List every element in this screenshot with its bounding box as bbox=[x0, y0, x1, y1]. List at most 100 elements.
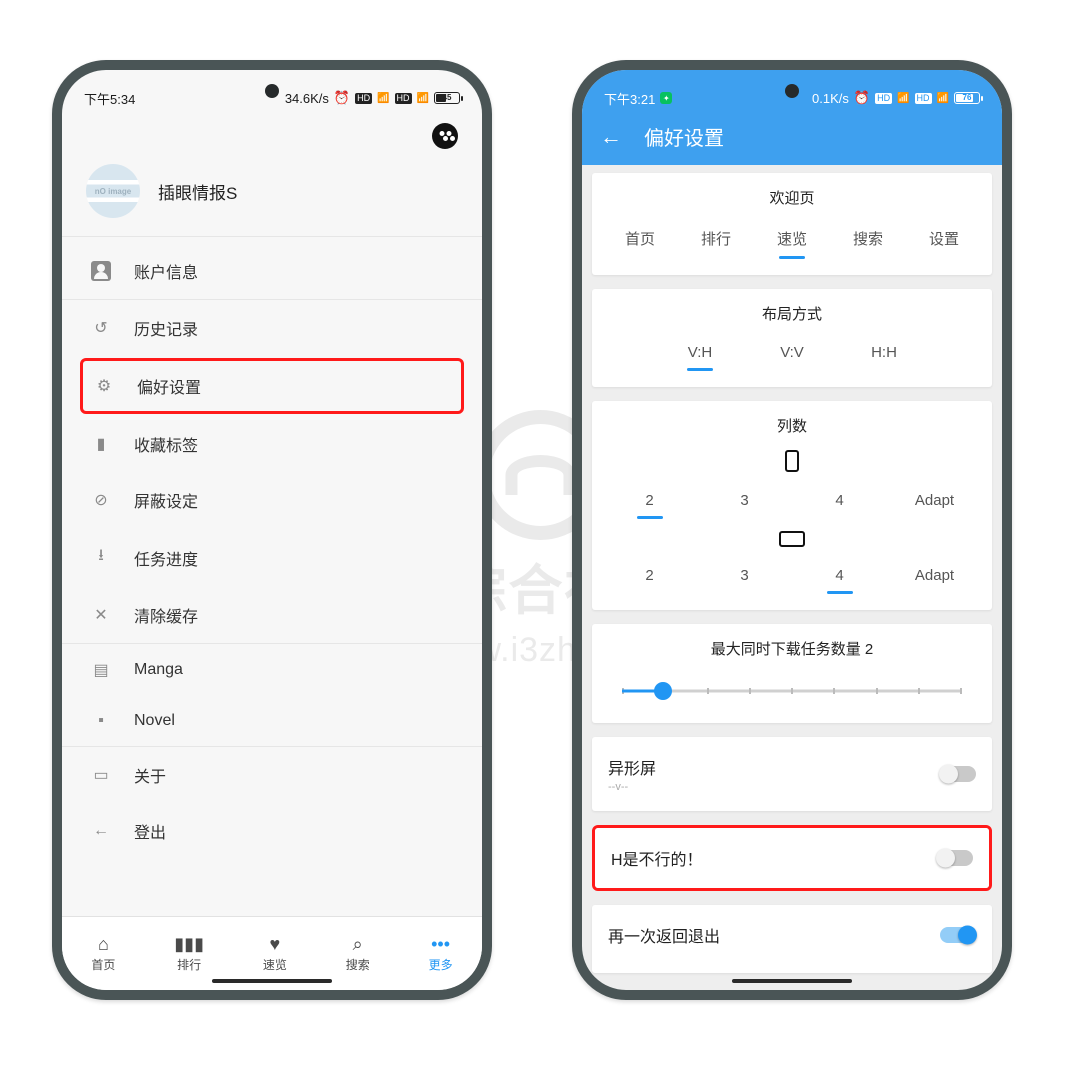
menu-label: 清除缓存 bbox=[134, 603, 198, 627]
cols-portrait-4[interactable]: 4 bbox=[816, 486, 864, 517]
nav-rank[interactable]: ▮▮▮ 排行 bbox=[174, 935, 204, 973]
menu-manga[interactable]: ▤ Manga bbox=[62, 644, 482, 696]
signal-icon: 📶 bbox=[897, 93, 909, 104]
cols-land-3[interactable]: 3 bbox=[721, 561, 769, 592]
switch-icon[interactable] bbox=[940, 927, 976, 943]
menu-clear-cache[interactable]: ✕ 清除缓存 bbox=[62, 587, 482, 644]
profile-row[interactable]: nO image 插眼情报S bbox=[62, 160, 482, 237]
card-title: 欢迎页 bbox=[602, 187, 982, 208]
block-icon: ⊘ bbox=[90, 490, 112, 510]
status-speed: 34.6K/s bbox=[285, 91, 329, 106]
back-arrow-icon[interactable]: ← bbox=[600, 124, 622, 150]
camera-cutout bbox=[785, 84, 799, 98]
menu-label: 收藏标签 bbox=[134, 432, 198, 456]
bottom-nav: ⌂ 首页 ▮▮▮ 排行 ♥ 速览 ⌕ 搜索 ••• 更多 bbox=[62, 916, 482, 990]
switch-icon[interactable] bbox=[940, 766, 976, 782]
highlight-preferences: ⚙ 偏好设置 bbox=[80, 358, 464, 414]
layout-card: 布局方式 V:H V:V H:H bbox=[592, 289, 992, 387]
more-icon: ••• bbox=[431, 935, 450, 953]
menu-label: 历史记录 bbox=[134, 316, 198, 340]
menu-logout[interactable]: ← 登出 bbox=[62, 803, 482, 859]
menu-history[interactable]: ↺ 历史记录 bbox=[62, 300, 482, 356]
hd-badge-icon: HD bbox=[915, 93, 932, 104]
avatar: nO image bbox=[86, 164, 140, 218]
download-slider[interactable] bbox=[622, 679, 962, 703]
gear-icon: ⚙ bbox=[93, 376, 115, 396]
nav-search[interactable]: ⌕ 搜索 bbox=[346, 935, 370, 973]
camera-cutout bbox=[265, 84, 279, 98]
highlight-h-toggle: H是不行的！ bbox=[592, 825, 992, 891]
menu-label: 关于 bbox=[134, 763, 166, 787]
cols-portrait-adapt[interactable]: Adapt bbox=[911, 486, 959, 517]
manga-icon: ▤ bbox=[90, 660, 112, 680]
menu-label: 任务进度 bbox=[134, 546, 198, 570]
welcome-page-card: 欢迎页 首页 排行 速览 搜索 设置 bbox=[592, 173, 992, 275]
nav-home[interactable]: ⌂ 首页 bbox=[91, 935, 115, 973]
status-speed: 0.1K/s bbox=[812, 91, 849, 106]
menu-block[interactable]: ⊘ 屏蔽设定 bbox=[62, 472, 482, 528]
nav-label: 更多 bbox=[429, 956, 453, 973]
nav-label: 首页 bbox=[91, 956, 115, 973]
cols-land-2[interactable]: 2 bbox=[626, 561, 674, 592]
hd-badge-icon: HD bbox=[875, 93, 892, 104]
toggle-back-exit[interactable]: 再一次返回退出 bbox=[592, 905, 992, 973]
menu-label: 偏好设置 bbox=[137, 374, 201, 398]
cols-portrait-2[interactable]: 2 bbox=[626, 486, 674, 517]
welcome-opt-search[interactable]: 搜索 bbox=[844, 222, 892, 257]
menu-account[interactable]: 账户信息 bbox=[62, 243, 482, 300]
layout-opt-vv[interactable]: V:V bbox=[768, 338, 816, 369]
menu-label: 账户信息 bbox=[134, 259, 198, 283]
settings-header: ← 偏好设置 bbox=[582, 112, 1002, 165]
menu-label: 屏蔽设定 bbox=[134, 488, 198, 512]
menu-about[interactable]: ▭ 关于 bbox=[62, 747, 482, 803]
welcome-opt-settings[interactable]: 设置 bbox=[920, 222, 968, 257]
settings-scroll[interactable]: 欢迎页 首页 排行 速览 搜索 设置 布局方式 V:H V:V H:H 列数 bbox=[582, 165, 1002, 973]
card-title: 最大同时下载任务数量 2 bbox=[602, 638, 982, 659]
welcome-opt-home[interactable]: 首页 bbox=[616, 222, 664, 257]
menu-label: Manga bbox=[134, 661, 183, 679]
card-title: 布局方式 bbox=[602, 303, 982, 324]
slider-thumb[interactable] bbox=[654, 682, 672, 700]
history-icon: ↺ bbox=[90, 318, 112, 338]
novel-icon: ▪ bbox=[90, 712, 112, 730]
status-time: 下午5:34 bbox=[84, 89, 135, 108]
battery-icon: 76 bbox=[954, 92, 980, 104]
phone-right: 下午3:21 ✦ 0.1K/s ⏰ HD 📶 HD 📶 76 ← 偏好设置 bbox=[572, 60, 1012, 1000]
home-indicator[interactable] bbox=[212, 979, 332, 983]
alarm-icon: ⏰ bbox=[334, 90, 350, 106]
welcome-opt-browse[interactable]: 速览 bbox=[768, 222, 816, 257]
layout-opt-hh[interactable]: H:H bbox=[860, 338, 908, 369]
menu-tasks[interactable]: ⭳ 任务进度 bbox=[62, 528, 482, 587]
status-time: 下午3:21 bbox=[604, 89, 655, 108]
close-icon: ✕ bbox=[90, 605, 112, 625]
nav-more[interactable]: ••• 更多 bbox=[429, 935, 453, 973]
card-title: 列数 bbox=[602, 415, 982, 436]
nav-browse[interactable]: ♥ 速览 bbox=[263, 935, 287, 973]
toggle-label: 异形屏 bbox=[608, 755, 656, 779]
layout-opt-vh[interactable]: V:H bbox=[676, 338, 724, 369]
toggle-sublabel: --v-- bbox=[608, 781, 656, 793]
cols-land-adapt[interactable]: Adapt bbox=[911, 561, 959, 592]
menu-novel[interactable]: ▪ Novel bbox=[62, 696, 482, 747]
menu-bookmarks[interactable]: ▮ 收藏标签 bbox=[62, 416, 482, 472]
home-icon: ⌂ bbox=[98, 935, 109, 953]
switch-icon[interactable] bbox=[937, 850, 973, 866]
download-card: 最大同时下载任务数量 2 bbox=[592, 624, 992, 723]
menu-label: Novel bbox=[134, 712, 175, 730]
welcome-opt-rank[interactable]: 排行 bbox=[692, 222, 740, 257]
cols-land-4[interactable]: 4 bbox=[816, 561, 864, 592]
theme-palette-icon[interactable] bbox=[432, 123, 458, 149]
profile-name: 插眼情报S bbox=[158, 179, 237, 204]
cols-portrait-3[interactable]: 3 bbox=[721, 486, 769, 517]
battery-icon: 45 bbox=[434, 92, 460, 104]
home-indicator[interactable] bbox=[732, 979, 852, 983]
toggle-notch[interactable]: 异形屏 --v-- bbox=[592, 737, 992, 811]
arrow-left-icon: ← bbox=[90, 822, 112, 840]
toggle-h[interactable]: H是不行的！ bbox=[595, 828, 989, 888]
toggle-label: 再一次返回退出 bbox=[608, 923, 720, 947]
chat-icon: ▭ bbox=[90, 765, 112, 785]
user-icon bbox=[90, 261, 112, 281]
menu-preferences[interactable]: ⚙ 偏好设置 bbox=[83, 361, 461, 411]
page-title: 偏好设置 bbox=[644, 122, 724, 151]
nav-label: 排行 bbox=[177, 956, 201, 973]
